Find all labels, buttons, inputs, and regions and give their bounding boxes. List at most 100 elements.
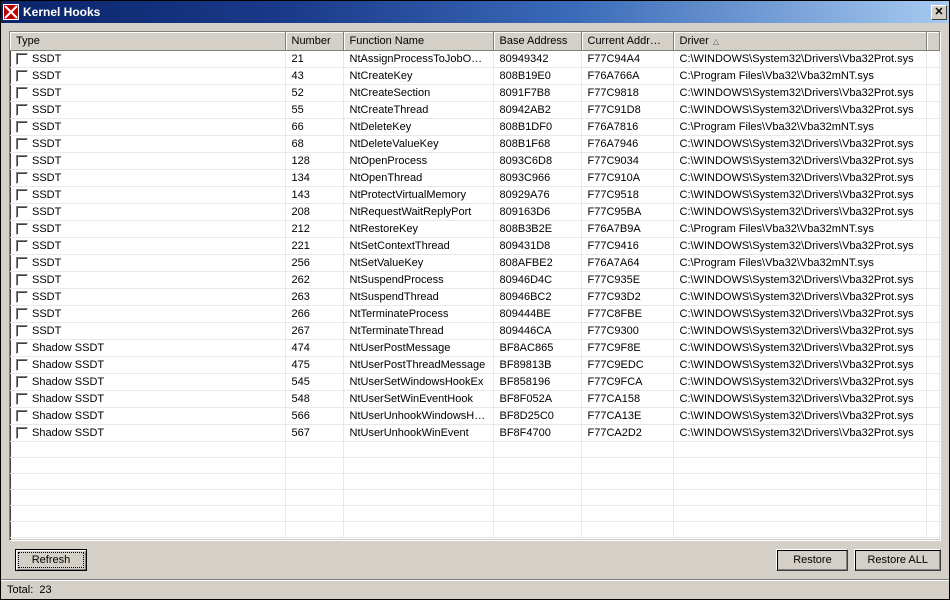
cell-base: BF8AC865: [493, 339, 581, 356]
restore-all-button[interactable]: Restore ALL: [854, 549, 941, 571]
table-row[interactable]: SSDT55NtCreateThread80942AB2F77C91D8C:\W…: [10, 101, 940, 118]
cell-type[interactable]: SSDT: [10, 271, 285, 288]
cell-type[interactable]: SSDT: [10, 254, 285, 271]
table-row[interactable]: SSDT21NtAssignProcessToJobObj...80949342…: [10, 50, 940, 67]
row-checkbox[interactable]: [16, 53, 28, 65]
table-row[interactable]: SSDT221NtSetContextThread809431D8F77C941…: [10, 237, 940, 254]
cell-type[interactable]: Shadow SSDT: [10, 339, 285, 356]
cell-type[interactable]: Shadow SSDT: [10, 356, 285, 373]
cell-type[interactable]: Shadow SSDT: [10, 407, 285, 424]
row-checkbox[interactable]: [16, 291, 28, 303]
cell-type[interactable]: SSDT: [10, 169, 285, 186]
col-func[interactable]: Function Name: [343, 32, 493, 50]
table-row[interactable]: SSDT208NtRequestWaitReplyPort809163D6F77…: [10, 203, 940, 220]
row-checkbox[interactable]: [16, 427, 28, 439]
table-row[interactable]: SSDT66NtDeleteKey808B1DF0F76A7816C:\Prog…: [10, 118, 940, 135]
cell-type[interactable]: SSDT: [10, 152, 285, 169]
cell-filler: [926, 288, 940, 305]
cell-driver: C:\WINDOWS\System32\Drivers\Vba32Prot.sy…: [673, 407, 926, 424]
table-row[interactable]: Shadow SSDT474NtUserPostMessageBF8AC865F…: [10, 339, 940, 356]
cell-type[interactable]: SSDT: [10, 186, 285, 203]
cell-type[interactable]: SSDT: [10, 67, 285, 84]
app-icon: [3, 4, 19, 20]
table-row[interactable]: SSDT52NtCreateSection8091F7B8F77C9818C:\…: [10, 84, 940, 101]
row-checkbox[interactable]: [16, 87, 28, 99]
row-checkbox[interactable]: [16, 155, 28, 167]
row-checkbox[interactable]: [16, 70, 28, 82]
cell-type-text: SSDT: [32, 257, 61, 269]
cell-base: 809163D6: [493, 203, 581, 220]
row-checkbox[interactable]: [16, 138, 28, 150]
row-checkbox[interactable]: [16, 410, 28, 422]
col-driver[interactable]: Driver△: [673, 32, 926, 50]
row-checkbox[interactable]: [16, 121, 28, 133]
cell-base: 80946D4C: [493, 271, 581, 288]
table-row[interactable]: Shadow SSDT475NtUserPostThreadMessageBF8…: [10, 356, 940, 373]
table-row[interactable]: SSDT267NtTerminateThread809446CAF77C9300…: [10, 322, 940, 339]
row-checkbox[interactable]: [16, 223, 28, 235]
cell-type[interactable]: SSDT: [10, 220, 285, 237]
col-curr[interactable]: Current Address: [581, 32, 673, 50]
hooks-table: Type Number Function Name Base Address C…: [10, 32, 940, 538]
cell-type[interactable]: SSDT: [10, 135, 285, 152]
cell-type-text: SSDT: [32, 70, 61, 82]
table-row[interactable]: Shadow SSDT567NtUserUnhookWinEventBF8F47…: [10, 424, 940, 441]
table-row[interactable]: SSDT134NtOpenThread8093C966F77C910AC:\WI…: [10, 169, 940, 186]
table-row[interactable]: SSDT256NtSetValueKey808AFBE2F76A7A64C:\P…: [10, 254, 940, 271]
cell-func: NtRestoreKey: [343, 220, 493, 237]
close-button[interactable]: ✕: [931, 5, 947, 20]
row-checkbox[interactable]: [16, 240, 28, 252]
row-checkbox[interactable]: [16, 172, 28, 184]
table-row[interactable]: SSDT43NtCreateKey808B19E0F76A766AC:\Prog…: [10, 67, 940, 84]
table-row: [10, 505, 940, 521]
cell-driver: C:\WINDOWS\System32\Drivers\Vba32Prot.sy…: [673, 50, 926, 67]
cell-type[interactable]: SSDT: [10, 50, 285, 67]
table-row[interactable]: SSDT212NtRestoreKey808B3B2EF76A7B9AC:\Pr…: [10, 220, 940, 237]
cell-type[interactable]: SSDT: [10, 288, 285, 305]
cell-base: 808B19E0: [493, 67, 581, 84]
cell-type[interactable]: SSDT: [10, 101, 285, 118]
col-type[interactable]: Type: [10, 32, 285, 50]
cell-type[interactable]: Shadow SSDT: [10, 390, 285, 407]
row-checkbox[interactable]: [16, 257, 28, 269]
cell-type[interactable]: SSDT: [10, 305, 285, 322]
row-checkbox[interactable]: [16, 325, 28, 337]
titlebar[interactable]: Kernel Hooks ✕: [1, 1, 949, 23]
row-checkbox[interactable]: [16, 342, 28, 354]
table-row[interactable]: Shadow SSDT548NtUserSetWinEventHookBF8F0…: [10, 390, 940, 407]
row-checkbox[interactable]: [16, 104, 28, 116]
table-row[interactable]: Shadow SSDT566NtUserUnhookWindowsHo...BF…: [10, 407, 940, 424]
cell-type[interactable]: Shadow SSDT: [10, 424, 285, 441]
col-base[interactable]: Base Address: [493, 32, 581, 50]
table-row[interactable]: SSDT68NtDeleteValueKey808B1F68F76A7946C:…: [10, 135, 940, 152]
row-checkbox[interactable]: [16, 206, 28, 218]
cell-base: 80942AB2: [493, 101, 581, 118]
cell-curr: F77C9FCA: [581, 373, 673, 390]
cell-type[interactable]: SSDT: [10, 203, 285, 220]
cell-filler: [926, 101, 940, 118]
cell-type[interactable]: SSDT: [10, 237, 285, 254]
table-row[interactable]: SSDT128NtOpenProcess8093C6D8F77C9034C:\W…: [10, 152, 940, 169]
row-checkbox[interactable]: [16, 274, 28, 286]
cell-type[interactable]: SSDT: [10, 84, 285, 101]
table-row[interactable]: SSDT266NtTerminateProcess809444BEF77C8FB…: [10, 305, 940, 322]
cell-type[interactable]: Shadow SSDT: [10, 373, 285, 390]
cell-number: 266: [285, 305, 343, 322]
restore-button[interactable]: Restore: [776, 549, 848, 571]
cell-driver: C:\WINDOWS\System32\Drivers\Vba32Prot.sy…: [673, 237, 926, 254]
cell-curr: F77C9518: [581, 186, 673, 203]
row-checkbox[interactable]: [16, 359, 28, 371]
cell-type[interactable]: SSDT: [10, 322, 285, 339]
table-row[interactable]: SSDT263NtSuspendThread80946BC2F77C93D2C:…: [10, 288, 940, 305]
table-row[interactable]: SSDT262NtSuspendProcess80946D4CF77C935EC…: [10, 271, 940, 288]
row-checkbox[interactable]: [16, 393, 28, 405]
table-row[interactable]: SSDT143NtProtectVirtualMemory80929A76F77…: [10, 186, 940, 203]
row-checkbox[interactable]: [16, 189, 28, 201]
row-checkbox[interactable]: [16, 376, 28, 388]
table-row[interactable]: Shadow SSDT545NtUserSetWindowsHookExBF85…: [10, 373, 940, 390]
col-number[interactable]: Number: [285, 32, 343, 50]
cell-type[interactable]: SSDT: [10, 118, 285, 135]
cell-type-text: SSDT: [32, 325, 61, 337]
row-checkbox[interactable]: [16, 308, 28, 320]
refresh-button[interactable]: Refresh: [15, 549, 87, 571]
